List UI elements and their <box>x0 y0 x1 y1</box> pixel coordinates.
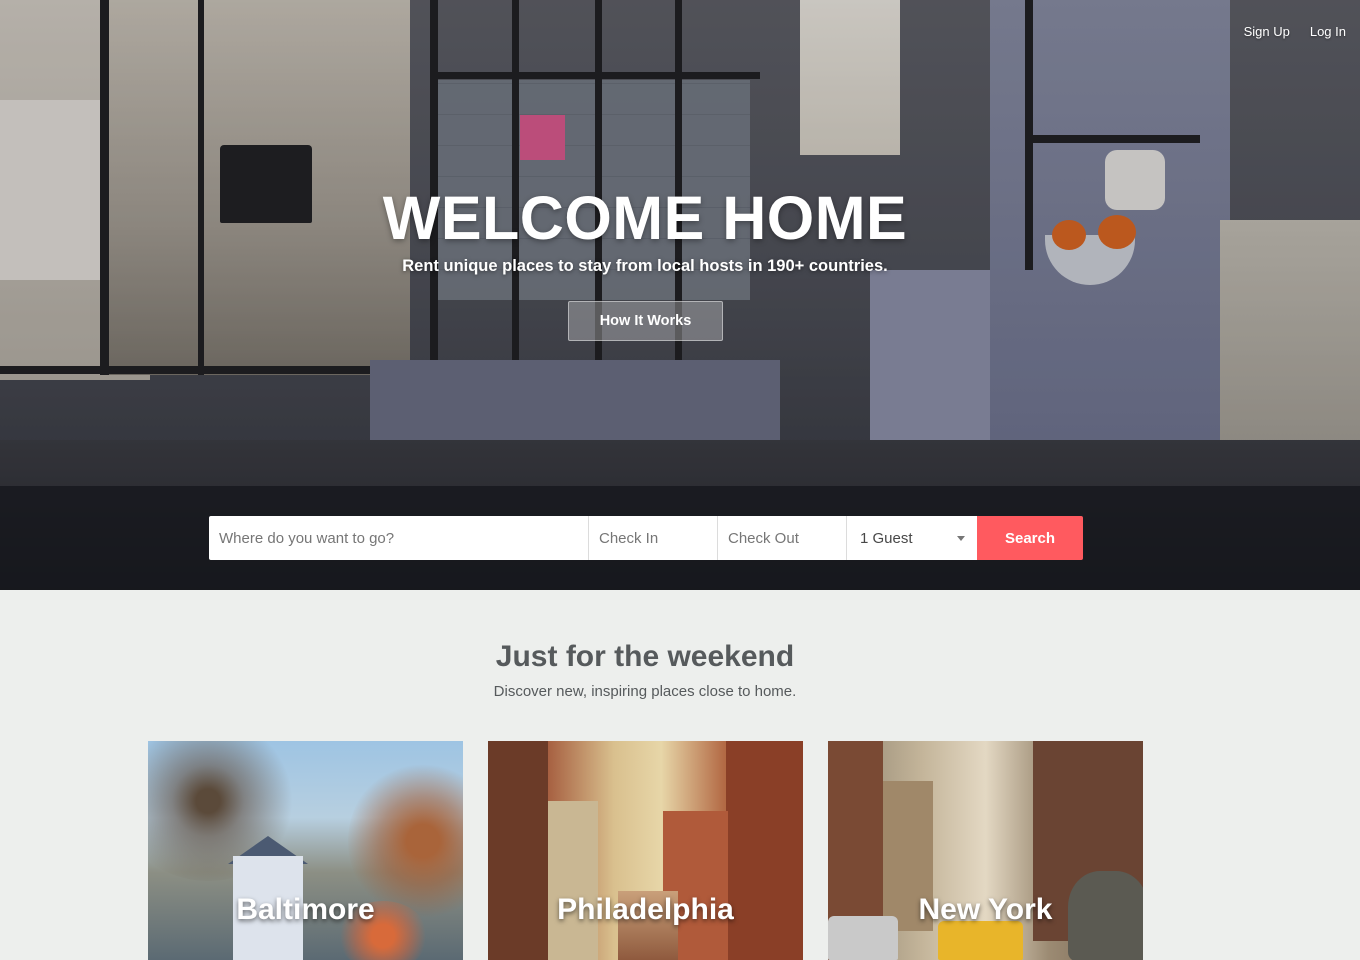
card-label: Baltimore <box>236 893 375 926</box>
card-label: New York <box>918 893 1053 926</box>
city-card-new-york[interactable]: New York <box>828 741 1143 960</box>
guests-value: 1 Guest <box>860 529 913 547</box>
section-title: Just for the weekend <box>495 640 795 673</box>
card-label: Philadelphia <box>557 893 734 926</box>
signup-link[interactable]: Sign Up <box>1244 24 1290 39</box>
hero-title: WELCOME HOME <box>382 184 908 252</box>
where-field <box>209 516 589 560</box>
checkin-field <box>589 516 718 560</box>
city-card-philadelphia[interactable]: Philadelphia <box>488 741 803 960</box>
card-photo-building <box>726 741 803 960</box>
section-subtitle: Discover new, inspiring places close to … <box>493 683 797 700</box>
where-input[interactable] <box>219 529 588 547</box>
card-photo-building <box>488 741 548 960</box>
hero-subtitle: Rent unique places to stay from local ho… <box>402 257 888 275</box>
checkout-field <box>718 516 847 560</box>
checkin-input[interactable] <box>599 529 717 547</box>
guests-select[interactable]: 1 Guest <box>847 516 977 560</box>
login-link[interactable]: Log In <box>1310 24 1346 39</box>
how-it-works-button[interactable]: How It Works <box>568 301 723 341</box>
hero-banner: Sign Up Log In WELCOME HOME Rent unique … <box>0 0 1360 590</box>
card-photo-building <box>548 801 598 960</box>
checkout-input[interactable] <box>728 529 846 547</box>
search-button[interactable]: Search <box>977 516 1083 560</box>
top-nav: Sign Up Log In <box>1244 24 1346 39</box>
city-card-baltimore[interactable]: Baltimore <box>148 741 463 960</box>
search-bar: 1 Guest Search <box>209 516 1083 560</box>
caret-down-icon <box>957 535 965 541</box>
